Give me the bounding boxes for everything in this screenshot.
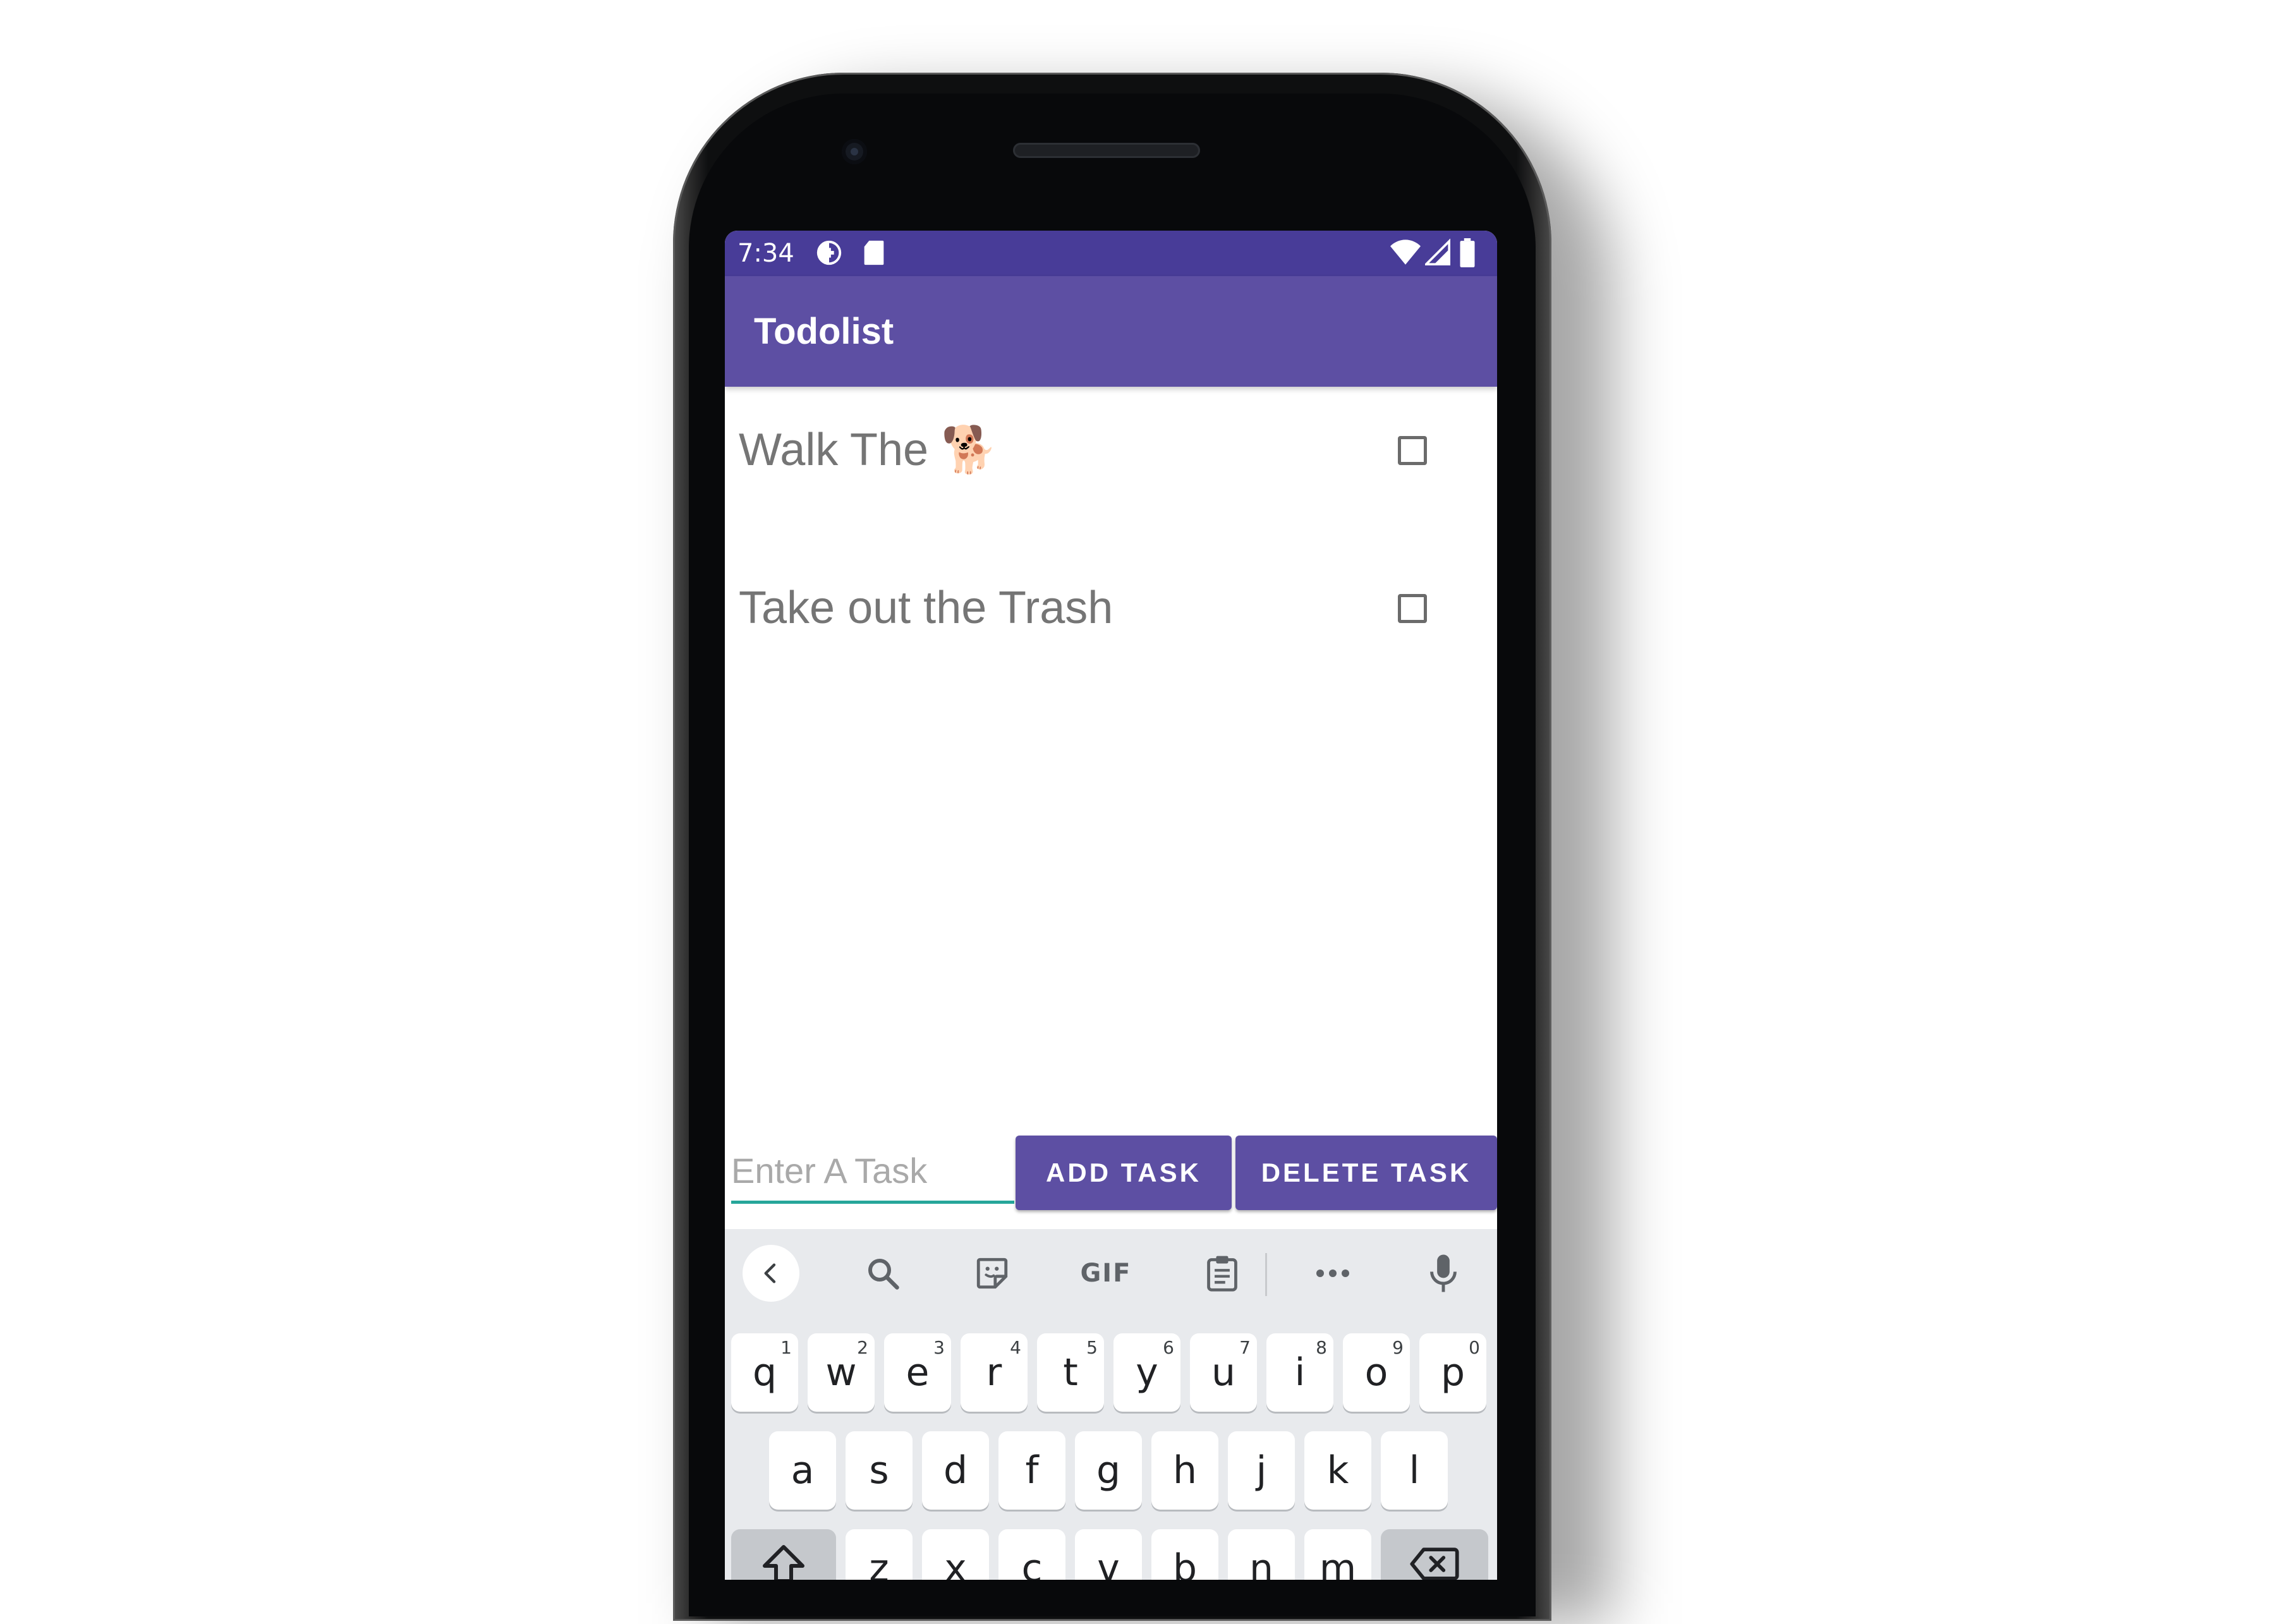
key-hint: 0 xyxy=(1469,1337,1480,1358)
key-label: u xyxy=(1211,1350,1236,1395)
more-icon[interactable] xyxy=(1304,1245,1361,1302)
task-input-row: ADD TASK DELETE TASK xyxy=(725,1136,1497,1216)
task-checkbox[interactable] xyxy=(1398,436,1427,465)
key-s[interactable]: s xyxy=(846,1431,913,1510)
status-time: 7:34 xyxy=(737,239,794,268)
key-label: k xyxy=(1326,1448,1349,1493)
key-label: c xyxy=(1021,1546,1043,1580)
key-label: v xyxy=(1097,1546,1120,1580)
app-screen: 7:34 Todolist Walk The 🐕 Take out the Tr… xyxy=(725,231,1497,1580)
task-checkbox[interactable] xyxy=(1398,594,1427,623)
key-label: z xyxy=(869,1546,889,1580)
key-x[interactable]: x xyxy=(922,1529,989,1580)
key-label: e xyxy=(906,1350,930,1395)
shift-icon xyxy=(761,1543,806,1580)
add-task-button[interactable]: ADD TASK xyxy=(1016,1136,1232,1210)
key-p[interactable]: p0 xyxy=(1419,1333,1486,1412)
key-r[interactable]: r4 xyxy=(961,1333,1028,1412)
key-l[interactable]: l xyxy=(1381,1431,1448,1510)
key-k[interactable]: k xyxy=(1304,1431,1371,1510)
task-row[interactable]: Walk The 🐕 xyxy=(725,387,1497,513)
mic-icon[interactable] xyxy=(1415,1245,1472,1302)
gif-icon[interactable]: GIF xyxy=(1071,1245,1141,1302)
task-input[interactable] xyxy=(731,1141,1014,1204)
key-hint: 9 xyxy=(1392,1337,1404,1358)
key-v[interactable]: v xyxy=(1075,1529,1142,1580)
key-label: i xyxy=(1294,1350,1306,1395)
key-hint: 7 xyxy=(1239,1337,1251,1358)
front-camera xyxy=(842,139,867,164)
key-label: y xyxy=(1136,1350,1158,1395)
key-i[interactable]: i8 xyxy=(1266,1333,1333,1412)
keyboard-toolbar: GIF xyxy=(725,1229,1497,1318)
back-icon[interactable] xyxy=(743,1245,799,1302)
key-t[interactable]: t5 xyxy=(1037,1333,1104,1412)
key-d[interactable]: d xyxy=(922,1431,989,1510)
key-label: w xyxy=(825,1350,857,1395)
key-hint: 5 xyxy=(1086,1337,1098,1358)
task-row[interactable]: Take out the Trash xyxy=(725,545,1497,671)
key-b[interactable]: b xyxy=(1151,1529,1218,1580)
key-label: m xyxy=(1319,1546,1357,1580)
key-hint: 4 xyxy=(1010,1337,1021,1358)
sticker-icon[interactable] xyxy=(964,1245,1021,1302)
key-z[interactable]: z xyxy=(846,1529,913,1580)
key-j[interactable]: j xyxy=(1228,1431,1295,1510)
key-label: r xyxy=(986,1350,1002,1395)
gif-label: GIF xyxy=(1080,1259,1132,1288)
key-label: b xyxy=(1172,1546,1198,1580)
cell-signal-icon xyxy=(1423,238,1450,270)
shift-key[interactable] xyxy=(731,1529,836,1580)
key-g[interactable]: g xyxy=(1075,1431,1142,1510)
status-bar: 7:34 xyxy=(725,231,1497,276)
key-hint: 8 xyxy=(1316,1337,1327,1358)
toolbar-divider xyxy=(1265,1253,1267,1296)
key-h[interactable]: h xyxy=(1151,1431,1218,1510)
key-label: l xyxy=(1409,1448,1420,1493)
key-hint: 2 xyxy=(857,1337,868,1358)
key-w[interactable]: w2 xyxy=(808,1333,875,1412)
key-n[interactable]: n xyxy=(1228,1529,1295,1580)
key-e[interactable]: e3 xyxy=(884,1333,951,1412)
app-bar: Todolist xyxy=(725,276,1497,387)
key-c[interactable]: c xyxy=(998,1529,1065,1580)
key-q[interactable]: q1 xyxy=(731,1333,798,1412)
delete-task-button[interactable]: DELETE TASK xyxy=(1235,1136,1497,1210)
wifi-icon xyxy=(1390,238,1421,270)
key-label: q xyxy=(752,1350,777,1395)
key-label: g xyxy=(1096,1448,1121,1493)
task-text: Take out the Trash xyxy=(739,583,1113,633)
key-o[interactable]: o9 xyxy=(1343,1333,1410,1412)
earpiece-speaker xyxy=(1013,143,1200,158)
key-u[interactable]: u7 xyxy=(1190,1333,1257,1412)
search-icon[interactable] xyxy=(854,1245,911,1302)
key-f[interactable]: f xyxy=(998,1431,1065,1510)
key-hint: 1 xyxy=(780,1337,792,1358)
clipboard-icon[interactable] xyxy=(1194,1245,1251,1302)
key-label: o xyxy=(1364,1350,1388,1395)
key-hint: 6 xyxy=(1163,1337,1174,1358)
sd-card-icon xyxy=(861,238,887,270)
key-label: h xyxy=(1172,1448,1198,1493)
key-y[interactable]: y6 xyxy=(1113,1333,1180,1412)
backspace-icon xyxy=(1409,1545,1460,1580)
key-label: j xyxy=(1256,1448,1267,1493)
soft-keyboard: GIF q1 w2 e3 r4 t5 y6 u7 i8 o9 p0 a s d … xyxy=(725,1229,1497,1580)
key-label: f xyxy=(1025,1448,1039,1493)
battery-icon xyxy=(1459,238,1476,270)
app-title: Todolist xyxy=(754,311,894,352)
key-label: x xyxy=(944,1546,967,1580)
backspace-key[interactable] xyxy=(1381,1529,1488,1580)
key-label: n xyxy=(1249,1546,1274,1580)
key-m[interactable]: m xyxy=(1304,1529,1371,1580)
data-saver-icon xyxy=(815,238,844,270)
key-label: t xyxy=(1063,1350,1078,1395)
task-text: Walk The 🐕 xyxy=(739,425,998,475)
key-label: d xyxy=(943,1448,968,1493)
key-a[interactable]: a xyxy=(769,1431,836,1510)
key-label: a xyxy=(791,1448,815,1493)
key-label: p xyxy=(1440,1350,1465,1395)
key-hint: 3 xyxy=(933,1337,945,1358)
key-label: s xyxy=(869,1448,889,1493)
